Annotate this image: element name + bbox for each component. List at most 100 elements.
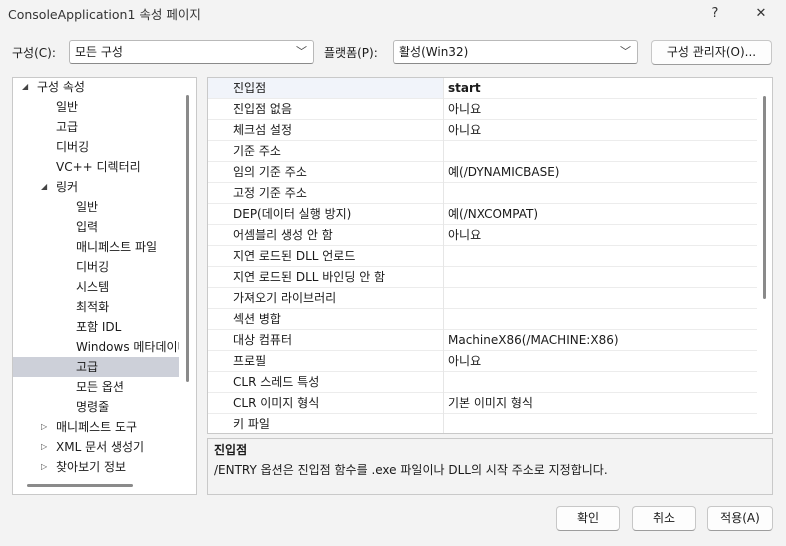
- property-value[interactable]: start: [444, 78, 757, 98]
- tree-item[interactable]: 일반: [13, 97, 179, 117]
- cancel-button[interactable]: 취소: [632, 506, 696, 531]
- platform-combo-value: 활성(Win32): [399, 45, 469, 59]
- property-value[interactable]: 아니요: [448, 225, 481, 245]
- property-name: CLR 이미지 형식: [233, 396, 320, 410]
- tree-item[interactable]: ▷ 매니페스트 도구: [13, 417, 179, 437]
- config-manager-button[interactable]: 구성 관리자(O)...: [651, 40, 772, 65]
- tree-item-label: 디버깅: [76, 260, 110, 274]
- platform-label: 플랫폼(P):: [324, 46, 378, 60]
- property-row[interactable]: 프로필 아니요: [208, 351, 757, 372]
- property-tree[interactable]: ▷ 찾아보기 정보 ▷ XML 문서 생성기 ▷ 매니페스트 도구 명령줄 모든 옵션 고급 Wi…: [12, 77, 197, 495]
- tree-horizontal-scrollbar[interactable]: [27, 484, 133, 487]
- property-name: 섹션 병합: [233, 312, 281, 326]
- tree-item[interactable]: ◢ 링커: [13, 177, 179, 197]
- tree-item[interactable]: ▷ XML 문서 생성기: [13, 437, 179, 457]
- property-row[interactable]: CLR 스레드 특성: [208, 372, 757, 393]
- tree-item-label: 디버깅: [56, 140, 90, 154]
- column-divider: [443, 120, 444, 141]
- property-row[interactable]: 섹션 병합: [208, 309, 757, 330]
- property-row[interactable]: 어셈블리 생성 안 함 아니요: [208, 225, 757, 246]
- description-text: /ENTRY 옵션은 진입점 함수를 .exe 파일이나 DLL의 시작 주소로…: [214, 463, 608, 477]
- property-name: 진입점 없음: [233, 102, 293, 116]
- property-row[interactable]: 진입점 start: [208, 78, 757, 99]
- property-row[interactable]: 고정 기준 주소: [208, 183, 757, 204]
- tree-item[interactable]: 디버깅: [13, 137, 179, 157]
- close-icon[interactable]: ✕: [746, 2, 776, 24]
- tree-item[interactable]: 고급: [13, 117, 179, 137]
- tree-item[interactable]: 시스템: [13, 277, 179, 297]
- apply-button[interactable]: 적용(A): [707, 506, 773, 531]
- ok-button[interactable]: 확인: [556, 506, 620, 531]
- tree-item[interactable]: Windows 메타데이터: [13, 337, 179, 357]
- expanded-arrow-icon[interactable]: ◢: [41, 177, 47, 197]
- property-grid[interactable]: 키 파일 CLR 이미지 형식 기본 이미지 형식 CLR 스레드 특성 프로필 아니요 대…: [207, 77, 773, 434]
- column-divider: [443, 288, 444, 309]
- tree-item[interactable]: VC++ 디렉터리: [13, 157, 179, 177]
- property-row[interactable]: 임의 기준 주소 예(/DYNAMICBASE): [208, 162, 757, 183]
- property-row[interactable]: 가져오기 라이브러리: [208, 288, 757, 309]
- property-row[interactable]: 키 파일: [208, 414, 757, 433]
- column-divider: [443, 99, 444, 120]
- property-row[interactable]: 지연 로드된 DLL 바인딩 안 함: [208, 267, 757, 288]
- column-divider: [443, 351, 444, 372]
- tree-item-label: 일반: [56, 100, 79, 114]
- property-row[interactable]: 대상 컴퓨터 MachineX86(/MACHINE:X86): [208, 330, 757, 351]
- column-divider: [443, 393, 444, 414]
- tree-item[interactable]: 포함 IDL: [13, 317, 179, 337]
- property-name: 대상 컴퓨터: [233, 333, 293, 347]
- tree-item-label: Windows 메타데이터: [76, 340, 179, 354]
- property-value[interactable]: MachineX86(/MACHINE:X86): [448, 330, 619, 350]
- property-name: 임의 기준 주소: [233, 165, 307, 179]
- tree-item[interactable]: ▷ 찾아보기 정보: [13, 457, 179, 477]
- tree-item[interactable]: 최적화: [13, 297, 179, 317]
- config-combo[interactable]: 모든 구성 ﹀: [69, 40, 314, 64]
- tree-item[interactable]: 모든 옵션: [13, 377, 179, 397]
- property-value[interactable]: 아니요: [448, 351, 481, 371]
- tree-item-label: 고급: [76, 360, 99, 374]
- title-bar: ConsoleApplication1 속성 페이지 ? ✕: [0, 0, 786, 26]
- tree-vertical-scrollbar[interactable]: [186, 95, 189, 382]
- column-divider: [443, 204, 444, 225]
- tree-item-label: 고급: [56, 120, 79, 134]
- property-row[interactable]: DEP(데이터 실행 방지) 예(/NXCOMPAT): [208, 204, 757, 225]
- help-button[interactable]: ?: [700, 2, 730, 24]
- chevron-down-icon: ﹀: [620, 45, 631, 58]
- property-name: 고정 기준 주소: [233, 186, 307, 200]
- expanded-arrow-icon[interactable]: ◢: [22, 78, 28, 97]
- property-row[interactable]: 진입점 없음 아니요: [208, 99, 757, 120]
- tree-item[interactable]: 디버깅: [13, 257, 179, 277]
- property-value[interactable]: 기본 이미지 형식: [448, 393, 533, 413]
- collapsed-arrow-icon[interactable]: ▷: [41, 417, 47, 437]
- property-name: 체크섬 설정: [233, 123, 293, 137]
- property-value[interactable]: 아니요: [448, 99, 481, 119]
- property-row[interactable]: CLR 이미지 형식 기본 이미지 형식: [208, 393, 757, 414]
- property-name: 진입점: [233, 81, 267, 95]
- tree-item-label: 포함 IDL: [76, 320, 122, 334]
- property-value[interactable]: 아니요: [448, 120, 481, 140]
- tree-item[interactable]: 일반: [13, 197, 179, 217]
- property-name: 지연 로드된 DLL 언로드: [233, 249, 356, 263]
- tree-item-label: 매니페스트 파일: [76, 240, 158, 254]
- collapsed-arrow-icon[interactable]: ▷: [41, 437, 47, 457]
- column-divider: [443, 309, 444, 330]
- description-title: 진입점: [214, 443, 248, 457]
- property-value[interactable]: 예(/DYNAMICBASE): [448, 162, 559, 182]
- platform-combo[interactable]: 활성(Win32) ﹀: [393, 40, 638, 64]
- property-value[interactable]: 예(/NXCOMPAT): [448, 204, 538, 224]
- column-divider: [443, 183, 444, 204]
- property-row[interactable]: 기준 주소: [208, 141, 757, 162]
- tree-item[interactable]: 입력: [13, 217, 179, 237]
- tree-item-label: 시스템: [76, 280, 110, 294]
- grid-vertical-scrollbar[interactable]: [763, 96, 766, 299]
- chevron-down-icon: ﹀: [296, 45, 307, 58]
- column-divider: [443, 414, 444, 433]
- property-row[interactable]: 지연 로드된 DLL 언로드: [208, 246, 757, 267]
- column-divider: [443, 246, 444, 267]
- tree-item[interactable]: 명령줄: [13, 397, 179, 417]
- tree-item[interactable]: 매니페스트 파일: [13, 237, 179, 257]
- tree-item[interactable]: ◢ 구성 속성: [13, 78, 179, 97]
- tree-item-label: 구성 속성: [37, 80, 85, 94]
- tree-item[interactable]: 고급: [13, 357, 179, 377]
- collapsed-arrow-icon[interactable]: ▷: [41, 457, 47, 477]
- property-row[interactable]: 체크섬 설정 아니요: [208, 120, 757, 141]
